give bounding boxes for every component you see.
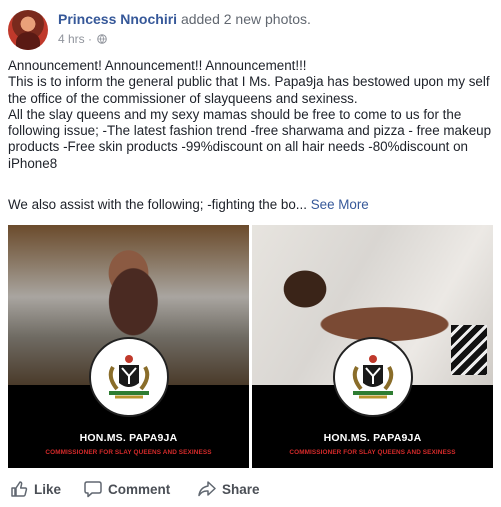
post-photo-1[interactable]: HON.MS. PAPA9JA COMMISSIONER FOR SLAY QU…: [8, 225, 249, 468]
comment-icon: [84, 481, 102, 498]
like-label: Like: [34, 481, 62, 497]
photo-caption-name: HON.MS. PAPA9JA: [323, 432, 422, 444]
post-meta: 4 hrs ·: [58, 32, 108, 46]
coat-of-arms-icon: [88, 337, 169, 417]
thumbs-up-icon: [11, 481, 28, 497]
photo-caption-title: COMMISSIONER FOR SLAY QUEENS AND SEXINES…: [45, 449, 212, 456]
truncated-text: We also assist with the following; -figh…: [8, 197, 307, 212]
share-icon: [198, 481, 216, 497]
post-action-text: added 2 new photos.: [180, 11, 311, 27]
post-header: Princess Nnochiri added 2 new photos. 4 …: [8, 7, 493, 50]
post-text: Announcement! Announcement!! Announcemen…: [8, 58, 496, 172]
author-line: Princess Nnochiri added 2 new photos.: [58, 11, 311, 27]
share-button[interactable]: Share: [198, 477, 260, 501]
post-truncated-paragraph: We also assist with the following; -figh…: [8, 197, 496, 213]
meta-separator: ·: [88, 32, 93, 46]
post-actions-bar: Like Comment Share: [8, 477, 493, 501]
post-paragraph: Announcement! Announcement!! Announcemen…: [8, 58, 307, 73]
comment-label: Comment: [108, 481, 171, 497]
see-more-link[interactable]: See More: [311, 197, 369, 212]
profile-avatar[interactable]: [8, 10, 48, 50]
post-paragraph: This is to inform the general public tha…: [8, 74, 490, 106]
comment-button[interactable]: Comment: [84, 477, 170, 501]
post-timestamp[interactable]: 4 hrs: [58, 32, 85, 46]
like-button[interactable]: Like: [10, 477, 61, 501]
post-photo-2[interactable]: HON.MS. PAPA9JA COMMISSIONER FOR SLAY QU…: [252, 225, 493, 468]
photo-caption-title: COMMISSIONER FOR SLAY QUEENS AND SEXINES…: [289, 449, 456, 456]
coat-of-arms-icon: [332, 337, 413, 417]
share-label: Share: [222, 481, 260, 497]
globe-icon[interactable]: [97, 33, 108, 44]
post-paragraph: All the slay queens and my sexy mamas sh…: [8, 106, 492, 171]
photo-caption-name: HON.MS. PAPA9JA: [79, 432, 178, 444]
author-name-link[interactable]: Princess Nnochiri: [58, 11, 177, 27]
photo-detail: [451, 325, 487, 375]
